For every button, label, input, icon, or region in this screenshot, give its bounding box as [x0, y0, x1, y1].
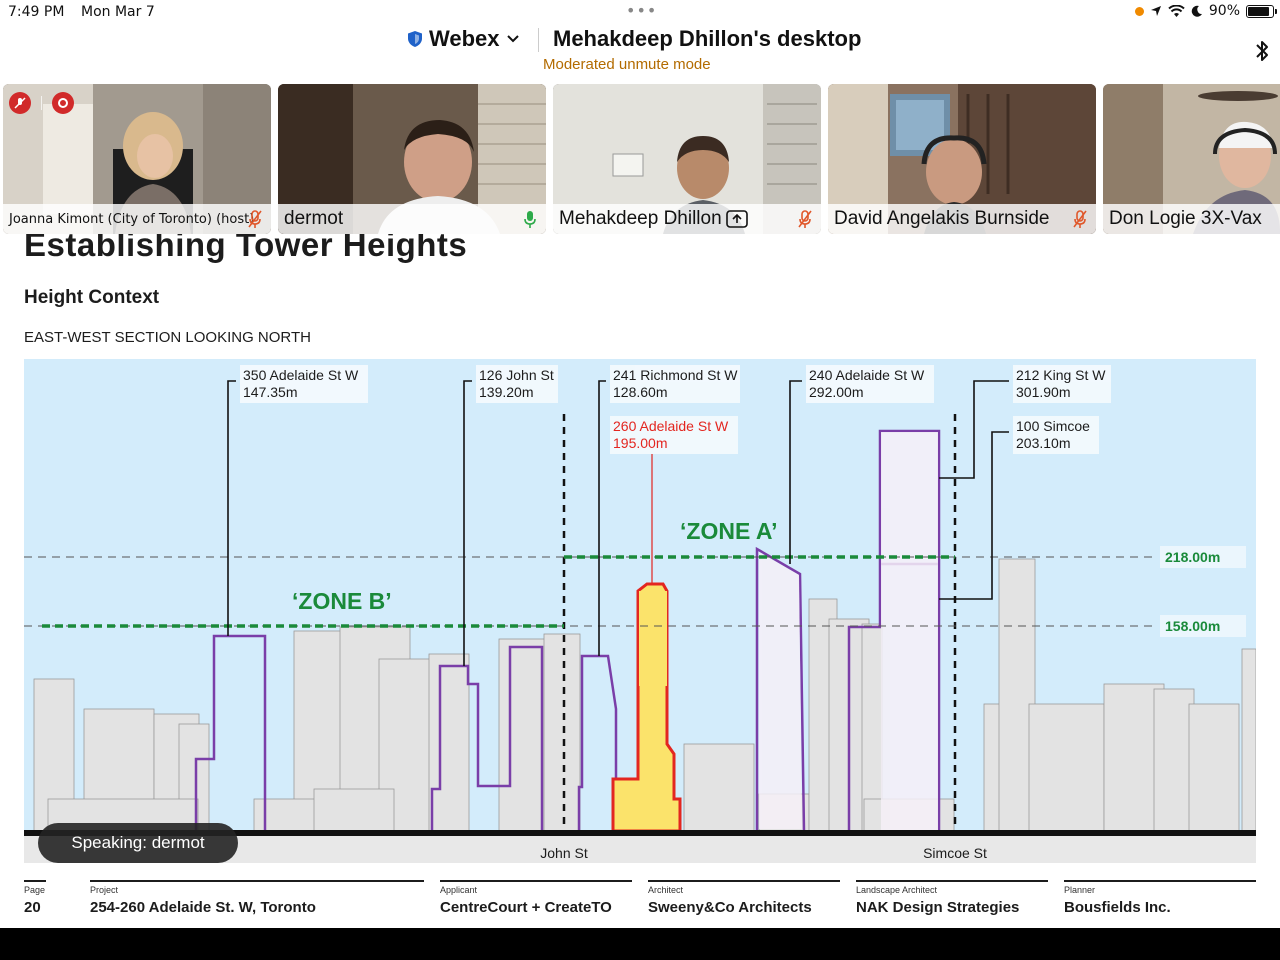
footer-page: Page 20 — [24, 880, 74, 916]
participant-tile-2[interactable]: dermot — [278, 84, 546, 234]
screen: 7:49 PM Mon Mar 7 ••• 90% Webex Mehakdee… — [0, 0, 1280, 960]
mic-in-use-dot-icon — [1134, 6, 1144, 16]
callout-height: 139.20m — [479, 384, 533, 400]
mic-muted-icon — [248, 210, 262, 228]
mic-off-badge-icon[interactable] — [9, 92, 31, 114]
section-heading: EAST-WEST SECTION LOOKING NORTH — [24, 329, 311, 346]
height-section-diagram: 218.00m 158.00m ‘ZONE A’ ‘ZONE B’ 350 Ad… — [24, 359, 1256, 863]
callout-address: 240 Adelaide St W — [809, 367, 925, 383]
shield-icon — [408, 31, 422, 47]
name-bar: dermot — [278, 204, 546, 234]
level-218-label: 218.00m — [1165, 549, 1220, 565]
participant-tile-5[interactable]: Don Logie 3X-Vax — [1103, 84, 1280, 234]
webex-header: Webex Mehakdeep Dhillon's desktop Modera… — [0, 24, 1280, 80]
tile-divider — [41, 96, 42, 110]
participant-tile-4[interactable]: David Angelakis Burnside — [828, 84, 1096, 234]
record-icon[interactable] — [52, 92, 74, 114]
callout-address: 260 Adelaide St W — [613, 418, 729, 434]
status-bar: 7:49 PM Mon Mar 7 ••• 90% — [0, 0, 1280, 24]
slide-title: Establishing Tower Heights — [24, 234, 468, 263]
callout-height: 128.60m — [613, 384, 667, 400]
name-bar: Mehakdeep Dhillon — [553, 204, 821, 234]
status-indicators: 90% — [1134, 3, 1277, 19]
unmute-mode-label: Moderated unmute mode — [543, 56, 711, 73]
footer-project: Project 254-260 Adelaide St. W, Toronto — [90, 880, 424, 916]
participant-name: Don Logie 3X-Vax — [1109, 208, 1262, 229]
name-bar: Joanna Kimont (City of Toronto) (host) — [3, 204, 271, 234]
callout-address: 212 King St W — [1016, 367, 1106, 383]
callout-height: 203.10m — [1016, 435, 1070, 451]
wifi-icon — [1168, 4, 1185, 17]
sharing-icon — [725, 210, 748, 228]
footer-applicant: Applicant CentreCourt + CreateTO — [440, 880, 632, 916]
chevron-down-icon — [506, 35, 519, 43]
footer-value: 20 — [24, 899, 41, 916]
status-time: 7:49 PM — [8, 4, 65, 20]
participant-name: Joanna Kimont (City of Toronto) (host) — [9, 211, 255, 227]
zone-b-label: ‘ZONE B’ — [292, 588, 392, 614]
footer-label: Project — [90, 885, 119, 895]
bluetooth-icon[interactable] — [1254, 38, 1270, 64]
battery-percent: 90% — [1208, 3, 1240, 19]
slide-footer: Page 20 Project 254-260 Adelaide St. W, … — [24, 880, 1256, 920]
callout-height: 301.90m — [1016, 384, 1070, 400]
zone-a-label: ‘ZONE A’ — [680, 518, 778, 544]
callout-address: 100 Simcoe — [1016, 418, 1090, 434]
footer-planner: Planner Bousfields Inc. — [1064, 880, 1256, 916]
participant-name: David Angelakis Burnside — [834, 208, 1050, 229]
level-158-label: 158.00m — [1165, 618, 1220, 634]
header-divider — [538, 28, 539, 52]
name-bar: Don Logie 3X-Vax — [1103, 204, 1280, 234]
webex-menu-button[interactable]: Webex — [407, 26, 520, 52]
footer-label: Architect — [648, 885, 684, 895]
status-date: Mon Mar 7 — [81, 4, 155, 20]
callout-address: 126 John St — [479, 367, 554, 383]
callout-height: 195.00m — [613, 435, 667, 451]
participant-name: Mehakdeep Dhillon — [559, 208, 722, 229]
do-not-disturb-moon-icon — [1191, 5, 1202, 17]
tile-top-icons — [9, 92, 74, 114]
footer-label: Planner — [1064, 885, 1096, 895]
john-st-label: John St — [540, 845, 588, 861]
simcoe-st-label: Simcoe St — [923, 845, 987, 861]
callout-height: 147.35m — [243, 384, 297, 400]
footer-architect: Architect Sweeny&Co Architects — [648, 880, 840, 916]
slide-subtitle: Height Context — [24, 287, 160, 308]
mic-muted-icon — [1073, 210, 1087, 228]
footer-value: 254-260 Adelaide St. W, Toronto — [90, 899, 316, 916]
footer-label: Landscape Architect — [856, 885, 938, 895]
participant-tile-3[interactable]: Mehakdeep Dhillon — [553, 84, 821, 234]
bottom-bar — [0, 928, 1280, 960]
footer-value: NAK Design Strategies — [856, 899, 1020, 916]
share-title: Mehakdeep Dhillon's desktop — [553, 26, 862, 51]
footer-landscape: Landscape Architect NAK Design Strategie… — [856, 880, 1048, 916]
callout-address: 350 Adelaide St W — [243, 367, 359, 383]
webex-brand-label: Webex — [429, 26, 500, 51]
battery-icon — [1246, 4, 1277, 18]
footer-label: Page — [24, 885, 46, 895]
footer-value: CentreCourt + CreateTO — [440, 899, 612, 916]
callout-address: 241 Richmond St W — [613, 367, 738, 383]
footer-value: Sweeny&Co Architects — [648, 899, 812, 916]
speaking-indicator: Speaking: dermot — [38, 823, 238, 863]
footer-value: Bousfields Inc. — [1064, 899, 1171, 916]
participant-name: dermot — [284, 208, 344, 229]
multitasking-dots-icon[interactable]: ••• — [626, 3, 657, 19]
participant-tile-1[interactable]: Joanna Kimont (City of Toronto) (host) — [3, 84, 271, 234]
mic-muted-icon — [798, 210, 812, 228]
mic-active-icon — [524, 211, 536, 228]
callout-height: 292.00m — [809, 384, 863, 400]
name-bar: David Angelakis Burnside — [828, 204, 1096, 234]
footer-label: Applicant — [440, 885, 478, 895]
location-arrow-icon — [1150, 6, 1161, 16]
